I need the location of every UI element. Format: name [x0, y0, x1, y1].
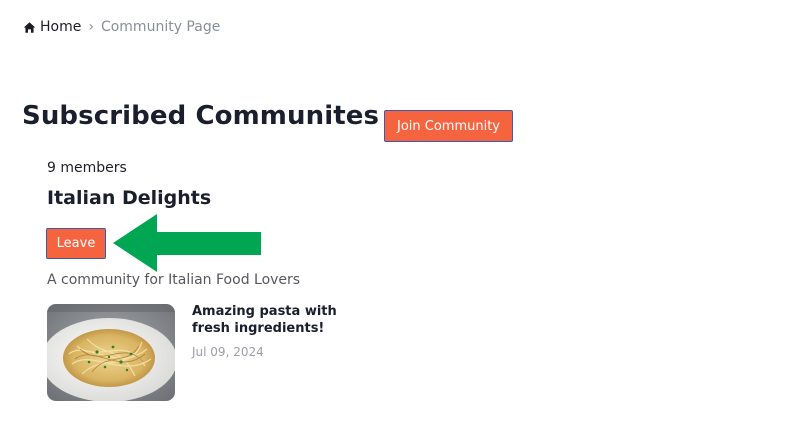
- page-title: Subscribed Communites: [22, 101, 380, 131]
- join-community-button[interactable]: Join Community: [384, 110, 513, 142]
- leave-button[interactable]: Leave: [46, 228, 106, 259]
- pasta-image[interactable]: [47, 304, 175, 401]
- community-description: A community for Italian Food Lovers: [47, 272, 301, 288]
- member-count: 9 members: [47, 160, 127, 176]
- breadcrumb: Home › Community Page: [23, 17, 220, 37]
- home-icon[interactable]: [23, 21, 36, 34]
- breadcrumb-home-link[interactable]: Home: [40, 19, 81, 35]
- annotation-arrow: [113, 214, 261, 272]
- post-title[interactable]: Amazing pasta with fresh ingredients!: [192, 303, 342, 337]
- chevron-right-icon: ›: [88, 19, 94, 35]
- breadcrumb-current: Community Page: [100, 19, 221, 35]
- post-date: Jul 09, 2024: [192, 345, 264, 359]
- community-name: Italian Delights: [47, 187, 212, 209]
